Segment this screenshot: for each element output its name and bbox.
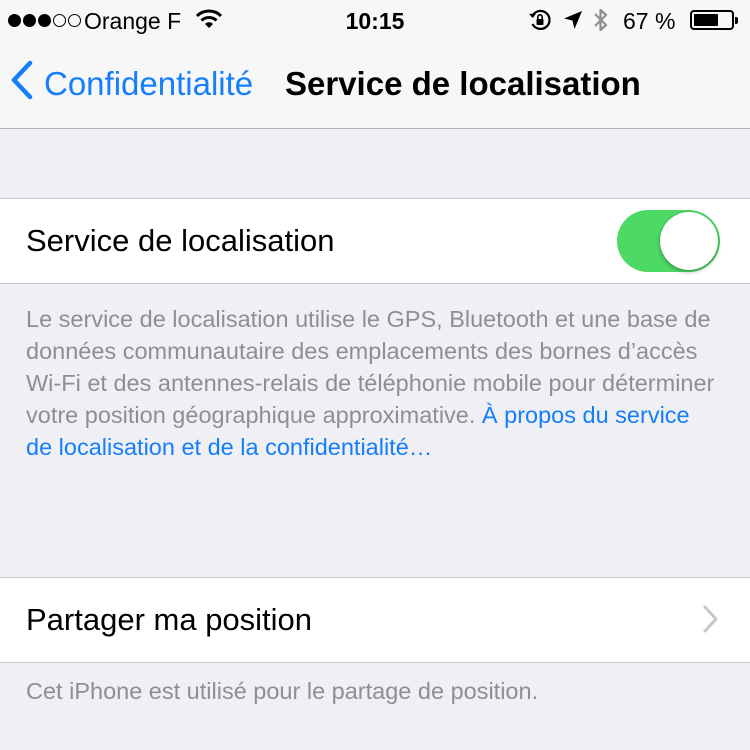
chevron-left-icon <box>10 60 34 108</box>
toggle-knob <box>660 212 718 270</box>
navigation-bar: Confidentialité Service de localisation <box>0 40 750 128</box>
rotation-lock-icon <box>528 8 552 38</box>
battery-nub <box>735 17 738 24</box>
location-arrow-icon <box>563 9 583 36</box>
page-title: Service de localisation <box>285 65 641 102</box>
settings-screen: Orange F 10:15 67 % Confidentialité Serv… <box>0 0 750 750</box>
battery-percentage: 67 % <box>623 8 676 34</box>
location-services-label: Service de localisation <box>26 223 335 258</box>
top-bar: Orange F 10:15 67 % Confidentialité Serv… <box>0 0 750 129</box>
battery-icon <box>690 10 738 30</box>
location-services-toggle[interactable] <box>617 210 720 272</box>
location-services-row: Service de localisation <box>0 198 750 284</box>
location-services-description: Le service de localisation utilise le GP… <box>26 303 716 463</box>
battery-fill <box>694 14 718 26</box>
status-bar: Orange F 10:15 67 % <box>0 0 750 40</box>
bluetooth-icon <box>593 7 609 39</box>
share-location-footer: Cet iPhone est utilisé pour le partage d… <box>26 678 539 704</box>
share-location-row[interactable]: Partager ma position <box>0 577 750 663</box>
share-location-label: Partager ma position <box>26 602 313 637</box>
chevron-right-icon <box>702 605 718 638</box>
back-button-label: Confidentialité <box>44 65 254 102</box>
back-button[interactable]: Confidentialité <box>10 60 254 104</box>
